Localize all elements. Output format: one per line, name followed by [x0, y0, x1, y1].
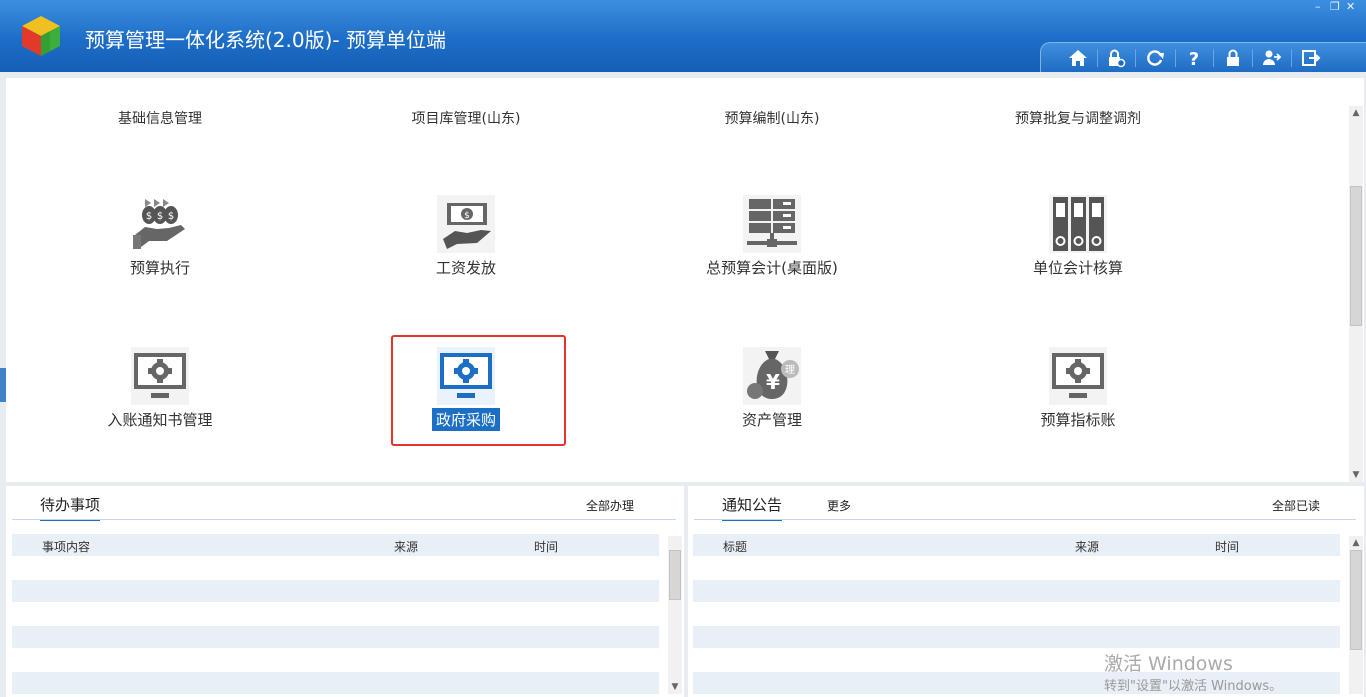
- monitor-gear-icon: [1048, 346, 1108, 406]
- scroll-thumb[interactable]: [669, 550, 681, 600]
- category-budget-approval[interactable]: 预算批复与调整调剂: [968, 108, 1188, 128]
- scroll-thumb[interactable]: [1350, 550, 1362, 650]
- svg-text:$: $: [146, 211, 152, 222]
- todo-scrollbar[interactable]: ▼: [668, 536, 682, 694]
- col-title[interactable]: 标题: [723, 538, 747, 555]
- table-row[interactable]: [12, 672, 659, 694]
- svg-text:$: $: [157, 211, 163, 222]
- app-title: 预算管理一体化系统(2.0版)- 预算单位端: [85, 28, 446, 52]
- server-icon: [742, 194, 802, 254]
- todo-panel: 待办事项 全部办理 事项内容 来源 时间 ▼: [6, 486, 684, 697]
- module-asset-management[interactable]: ¥ 理 资产管理: [662, 346, 882, 431]
- activation-watermark-text: 转到"设置"以激活 Windows。: [1104, 679, 1283, 694]
- module-general-budget-accounting[interactable]: 总预算会计(桌面版): [662, 194, 882, 279]
- table-row[interactable]: [693, 580, 1340, 602]
- svg-text:$: $: [168, 211, 174, 222]
- notice-table-header: 标题 来源 时间: [693, 534, 1340, 556]
- module-label: 资产管理: [741, 411, 802, 429]
- user-switch-icon[interactable]: [1257, 46, 1287, 70]
- col-content[interactable]: 事项内容: [42, 538, 90, 555]
- help-icon[interactable]: ?: [1179, 46, 1209, 70]
- svg-text:?: ?: [1189, 49, 1199, 68]
- scroll-up-icon[interactable]: ▲: [1349, 536, 1363, 550]
- category-budget-compile[interactable]: 预算编制(山东): [662, 108, 882, 128]
- monitor-gear-icon: [130, 346, 190, 406]
- mark-all-read-link[interactable]: 全部已读: [1272, 497, 1320, 514]
- home-icon[interactable]: [1063, 46, 1093, 70]
- maximize-button[interactable]: ❐: [1330, 1, 1340, 13]
- module-label: 入账通知书管理: [107, 411, 213, 429]
- todo-table-header: 事项内容 来源 时间: [12, 534, 659, 556]
- svg-text:¥: ¥: [766, 370, 780, 394]
- money-bag-icon: ¥ 理: [742, 346, 802, 406]
- module-label: 工资发放: [435, 259, 496, 277]
- notice-panel: 通知公告 更多 全部已读 标题 来源 时间 ▲: [688, 486, 1364, 697]
- table-row[interactable]: [693, 626, 1340, 648]
- module-label: 预算指标账: [1040, 411, 1116, 429]
- refresh-icon[interactable]: [1140, 46, 1170, 70]
- table-row[interactable]: [12, 580, 659, 602]
- svg-text:$: $: [464, 211, 470, 221]
- toolbar: ?: [1040, 42, 1366, 72]
- col-time[interactable]: 时间: [534, 538, 558, 555]
- category-basic-info[interactable]: 基础信息管理: [50, 108, 270, 128]
- table-row[interactable]: [12, 626, 659, 648]
- lock-settings-icon[interactable]: [1101, 46, 1131, 70]
- money-hand-icon: $ $ $: [130, 194, 190, 254]
- module-label: 单位会计核算: [1032, 259, 1123, 277]
- app-logo-icon: [22, 16, 60, 56]
- module-label: 预算执行: [129, 259, 190, 277]
- notice-scrollbar[interactable]: ▲: [1349, 536, 1363, 694]
- module-entry-notice[interactable]: 入账通知书管理: [50, 346, 270, 431]
- module-label: 总预算会计(桌面版): [706, 259, 838, 277]
- title-bar: 预算管理一体化系统(2.0版)- 预算单位端 – ❐ ✕ ?: [0, 0, 1366, 72]
- col-source[interactable]: 来源: [1075, 538, 1099, 555]
- module-budget-indicator-ledger[interactable]: 预算指标账: [968, 346, 1188, 431]
- selection-highlight: [391, 335, 566, 446]
- tab-notices[interactable]: 通知公告: [722, 494, 783, 521]
- scroll-up-icon[interactable]: ▲: [1349, 106, 1363, 120]
- module-panel: 基础信息管理 项目库管理(山东) 预算编制(山东) 预算批复与调整调剂 $ $ …: [6, 78, 1364, 482]
- salary-icon: $: [436, 194, 496, 254]
- main-scrollbar[interactable]: ▲ ▼: [1349, 106, 1363, 482]
- activation-watermark-title: 激活 Windows: [1104, 653, 1233, 675]
- exit-icon[interactable]: [1296, 46, 1326, 70]
- col-source[interactable]: 来源: [394, 538, 418, 555]
- close-button[interactable]: ✕: [1346, 1, 1355, 13]
- category-project-library[interactable]: 项目库管理(山东): [356, 108, 576, 128]
- binders-icon: [1048, 194, 1108, 254]
- lock-icon[interactable]: [1218, 46, 1248, 70]
- tab-todo[interactable]: 待办事项: [40, 494, 101, 521]
- scroll-down-icon[interactable]: ▼: [1349, 468, 1363, 482]
- more-link[interactable]: 更多: [827, 497, 851, 514]
- module-budget-execution[interactable]: $ $ $ 预算执行: [50, 194, 270, 279]
- scroll-thumb[interactable]: [1350, 186, 1362, 326]
- col-time[interactable]: 时间: [1215, 538, 1239, 555]
- module-salary-payment[interactable]: $ 工资发放: [356, 194, 576, 279]
- process-all-link[interactable]: 全部办理: [586, 497, 634, 514]
- module-unit-accounting[interactable]: 单位会计核算: [968, 194, 1188, 279]
- svg-text:理: 理: [785, 364, 795, 376]
- scroll-down-icon[interactable]: ▼: [668, 680, 682, 694]
- minimize-button[interactable]: –: [1315, 1, 1321, 13]
